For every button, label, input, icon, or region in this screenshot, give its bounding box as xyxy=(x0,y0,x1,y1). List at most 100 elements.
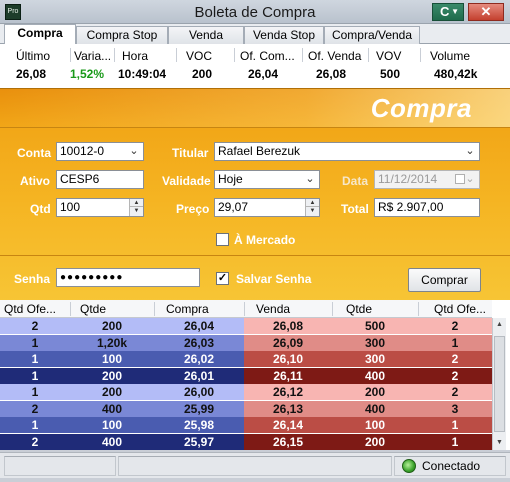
buy-qty-cell: 200 xyxy=(70,367,154,384)
preco-stepper[interactable]: 29,07 ▲ ▼ xyxy=(214,198,320,217)
senha-label: Senha xyxy=(14,272,51,286)
column-divider xyxy=(114,48,115,62)
sell-price-cell: 26,08 xyxy=(244,318,332,334)
comprar-button[interactable]: Comprar xyxy=(408,268,481,292)
scroll-up-icon[interactable]: ▲ xyxy=(493,318,506,332)
up-arrow-icon[interactable]: ▲ xyxy=(306,199,319,207)
preco-label: Preço xyxy=(176,202,210,216)
total-label: Total xyxy=(341,202,369,216)
qtd-label: Qtd xyxy=(30,202,51,216)
chevron-down-icon: ⌄ xyxy=(129,145,139,157)
buy-qty-cell: 200 xyxy=(70,318,154,334)
buy-price-cell: 26,03 xyxy=(154,334,244,351)
sell-offers-cell: 3 xyxy=(418,400,492,417)
salvar-senha-label: Salvar Senha xyxy=(236,272,312,286)
book-scrollbar[interactable]: ▲ ▼ xyxy=(492,318,506,450)
validade-value: Hoje xyxy=(218,172,243,186)
sell-offers-cell: 1 xyxy=(418,334,492,351)
book-row[interactable]: 1 200 26,00 26,12 200 2 xyxy=(0,384,492,400)
chevron-down-icon: ▼ xyxy=(451,7,459,16)
buy-price-cell: 26,00 xyxy=(154,384,244,400)
buy-price-cell: 25,97 xyxy=(154,433,244,450)
buy-price-cell: 26,04 xyxy=(154,318,244,334)
preco-value: 29,07 xyxy=(218,200,249,214)
ativo-input[interactable]: CESP6 xyxy=(56,170,144,189)
tab-strip: Compra Compra Stop Venda Venda Stop Comp… xyxy=(0,24,510,45)
tab-venda-stop[interactable]: Venda Stop xyxy=(244,26,324,44)
order-banner: Compra xyxy=(0,89,510,127)
down-arrow-icon[interactable]: ▼ xyxy=(130,207,143,215)
divider xyxy=(0,127,510,128)
book-row[interactable]: 1 100 25,98 26,14 100 1 xyxy=(0,417,492,433)
tab-venda[interactable]: Venda xyxy=(168,26,244,44)
header-hora: Hora xyxy=(122,49,149,63)
ativo-label: Ativo xyxy=(20,174,50,188)
header-qtde-venda: Qtde xyxy=(346,302,373,316)
data-value: 11/12/2014 xyxy=(378,172,438,186)
buy-offers-cell: 1 xyxy=(0,334,70,351)
buy-qty-cell: 200 xyxy=(70,384,154,400)
senha-input[interactable]: ●●●●●●●●● xyxy=(56,268,200,287)
buy-offers-cell: 2 xyxy=(0,400,70,417)
buy-offers-cell: 2 xyxy=(0,433,70,450)
sell-qty-cell: 200 xyxy=(332,433,418,450)
divider xyxy=(0,255,510,256)
spin-buttons[interactable]: ▲ ▼ xyxy=(305,199,319,216)
validade-select[interactable]: Hoje ⌄ xyxy=(214,170,320,189)
conta-select[interactable]: 10012-0 ⌄ xyxy=(56,142,144,161)
buy-qty-cell: 1,20k xyxy=(70,334,154,351)
header-of-compra: Of. Com... xyxy=(240,49,295,63)
qtd-stepper[interactable]: 100 ▲ ▼ xyxy=(56,198,144,217)
connection-status-text: Conectado xyxy=(422,459,481,473)
column-divider xyxy=(244,302,245,316)
column-divider xyxy=(176,48,177,62)
tab-compra-stop[interactable]: Compra Stop xyxy=(76,26,168,44)
sell-price-cell: 26,11 xyxy=(244,367,332,384)
scroll-down-icon[interactable]: ▼ xyxy=(493,436,506,450)
a-mercado-checkbox[interactable] xyxy=(216,233,229,246)
scroll-thumb[interactable] xyxy=(494,336,505,432)
chevron-down-icon: ⌄ xyxy=(305,173,315,185)
book-row[interactable]: 2 200 26,04 26,08 500 2 xyxy=(0,318,492,334)
book-row[interactable]: 1 100 26,02 26,10 300 2 xyxy=(0,351,492,367)
column-divider xyxy=(154,302,155,316)
value-ultimo: 26,08 xyxy=(16,67,47,81)
header-voc: VOC xyxy=(186,49,213,63)
column-divider xyxy=(332,302,333,316)
close-button[interactable]: ✕ xyxy=(468,3,504,21)
c-menu-button[interactable]: C ▼ xyxy=(432,3,464,21)
buy-offers-cell: 2 xyxy=(0,318,70,334)
validade-label: Validade xyxy=(162,174,211,188)
column-divider xyxy=(420,48,421,62)
book-row[interactable]: 1 200 26,01 26,11 400 2 xyxy=(0,367,492,384)
column-divider xyxy=(368,48,369,62)
spin-buttons[interactable]: ▲ ▼ xyxy=(129,199,143,216)
title-bar: Pro Boleta de Compra C ▼ ✕ xyxy=(0,0,510,24)
order-banner-title: Compra xyxy=(370,93,472,123)
book-row[interactable]: 2 400 25,99 26,13 400 3 xyxy=(0,400,492,417)
salvar-senha-checkbox[interactable]: ✓ xyxy=(216,272,229,285)
book-row[interactable]: 2 400 25,97 26,15 200 1 xyxy=(0,433,492,450)
status-bar: Conectado xyxy=(0,452,510,478)
sell-qty-cell: 300 xyxy=(332,334,418,351)
total-field: R$ 2.907,00 xyxy=(374,198,480,217)
up-arrow-icon[interactable]: ▲ xyxy=(130,199,143,207)
header-compra: Compra xyxy=(166,302,209,316)
qtd-value: 100 xyxy=(60,200,81,214)
sell-offers-cell: 2 xyxy=(418,351,492,367)
value-hora: 10:49:04 xyxy=(118,67,167,81)
tab-compra-venda[interactable]: Compra/Venda xyxy=(324,26,420,44)
status-segment xyxy=(4,456,116,476)
book-row[interactable]: 1 1,20k 26,03 26,09 300 1 xyxy=(0,334,492,351)
sell-qty-cell: 400 xyxy=(332,400,418,417)
c-button-label: C xyxy=(440,4,450,19)
a-mercado-label: À Mercado xyxy=(234,233,296,247)
buy-price-cell: 26,01 xyxy=(154,367,244,384)
tab-compra[interactable]: Compra xyxy=(4,24,76,45)
column-divider xyxy=(70,302,71,316)
value-voc: 200 xyxy=(192,67,213,81)
down-arrow-icon[interactable]: ▼ xyxy=(306,207,319,215)
titular-select[interactable]: Rafael Berezuk ⌄ xyxy=(214,142,480,161)
sell-offers-cell: 1 xyxy=(418,417,492,433)
buy-qty-cell: 100 xyxy=(70,351,154,367)
